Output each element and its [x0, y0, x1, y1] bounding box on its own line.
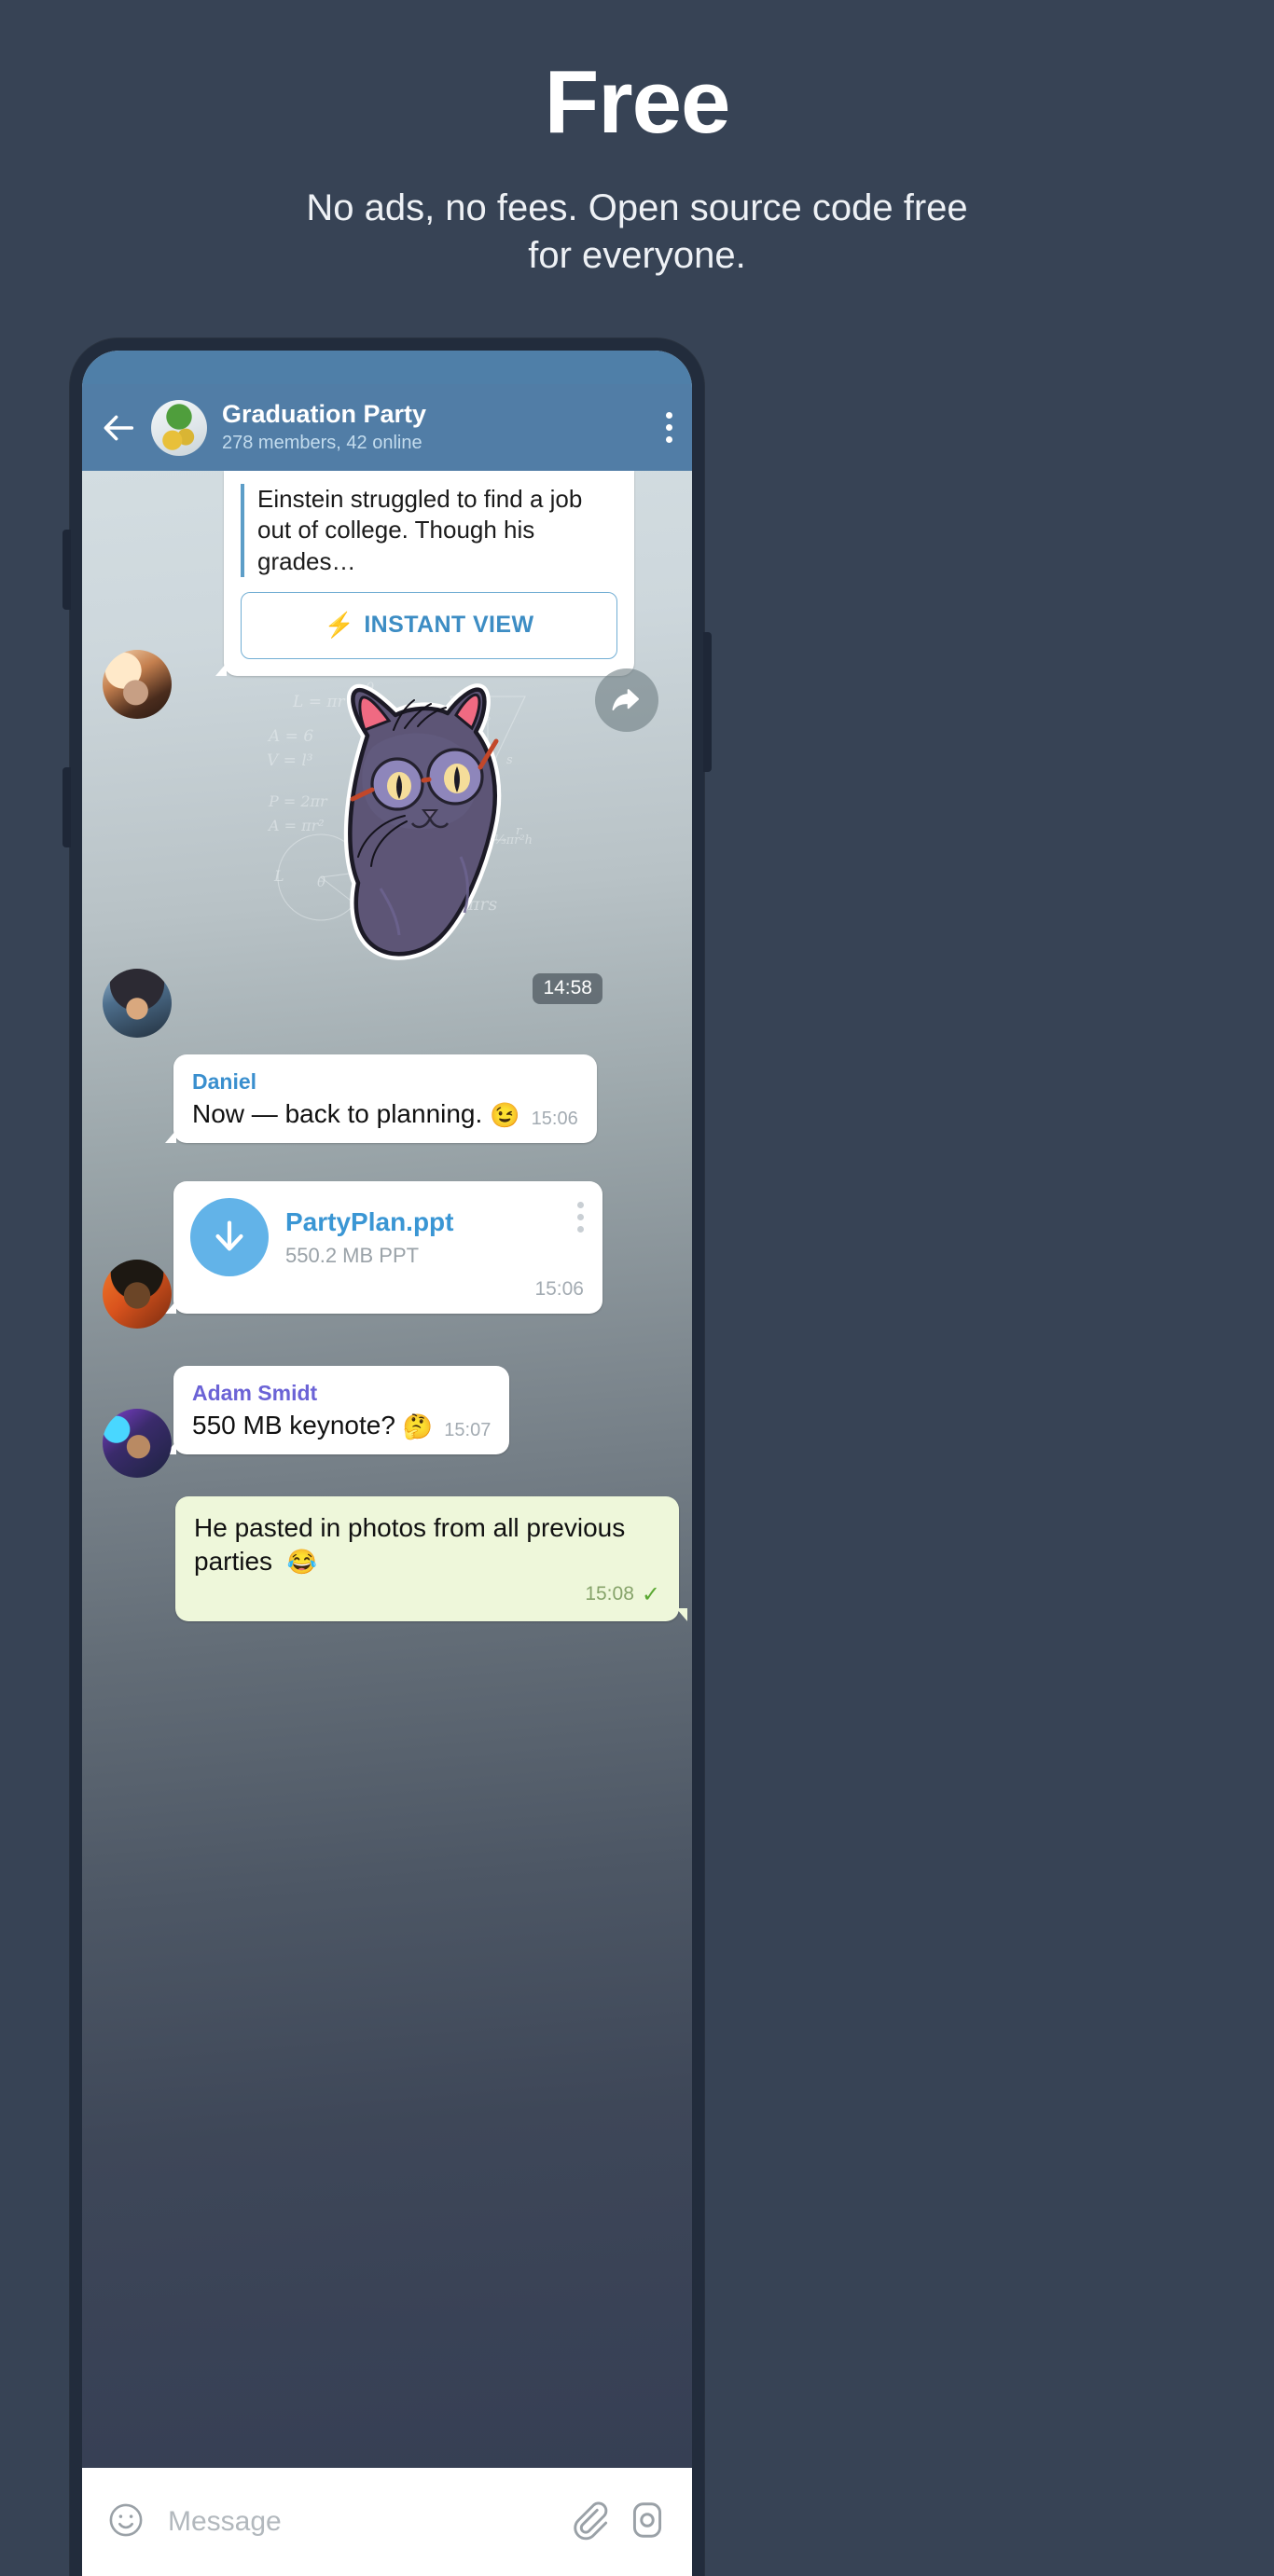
outgoing-bubble[interactable]: He pasted in photos from all previous pa…	[175, 1496, 687, 1621]
svg-text:A = 6: A = 6	[267, 727, 313, 746]
back-icon[interactable]	[101, 409, 138, 447]
search-input[interactable]: Message	[168, 2506, 552, 2538]
link-preview-text: Einstein struggled to find a job out of …	[257, 485, 583, 575]
file-name[interactable]: PartyPlan.ppt	[285, 1206, 577, 1238]
emoji-thinking: 🤔	[402, 1412, 434, 1440]
group-avatar[interactable]	[151, 399, 207, 456]
more-vertical-icon[interactable]	[577, 1198, 584, 1233]
phone-power-button	[703, 632, 712, 772]
link-preview-bubble[interactable]: Einstein struggled to find a job out of …	[215, 471, 634, 676]
chat-title: Graduation Party	[222, 400, 427, 429]
link-preview-quote: Einstein struggled to find a job out of …	[241, 484, 617, 577]
message-text: Now — back to planning.	[192, 1098, 483, 1128]
emoji-wink: 😉	[490, 1100, 520, 1129]
instant-view-label: INSTANT VIEW	[364, 612, 534, 639]
message-input-bar[interactable]: Message	[82, 2468, 692, 2576]
file-meta: 550.2 MB PPT	[285, 1243, 420, 1267]
message-timestamp: 15:08	[585, 1583, 634, 1605]
file-bubble[interactable]: PartyPlan.ppt 550.2 MB PPT 15:06	[165, 1181, 602, 1314]
svg-text:s: s	[506, 753, 513, 767]
math-cat-sticker[interactable]: L = πr θ θ 0° A = 6 V = l³ P = 2πr A = π…	[241, 674, 548, 982]
svg-text:V = l³: V = l³	[267, 751, 313, 770]
avatar[interactable]	[103, 1260, 172, 1329]
message-link-preview[interactable]: Einstein struggled to find a job out of …	[215, 471, 634, 676]
outgoing-text: He pasted in photos from all previous pa…	[194, 1513, 626, 1577]
promo-section: Free No ads, no fees. Open source code f…	[0, 0, 1274, 280]
more-vertical-icon[interactable]	[666, 412, 673, 443]
svg-text:A = πr²: A = πr²	[267, 817, 325, 834]
share-forward-icon[interactable]	[595, 668, 658, 732]
chat-members-status: 278 members, 42 online	[222, 432, 422, 453]
smiley-icon[interactable]	[106, 2500, 145, 2544]
chat-header-text: Graduation Party 278 members, 42 online	[222, 400, 657, 454]
sticker-timestamp: 14:58	[533, 973, 602, 1004]
message-sticker[interactable]: L = πr θ θ 0° A = 6 V = l³ P = 2πr A = π…	[241, 674, 602, 1004]
sender-name[interactable]: Daniel	[192, 1069, 578, 1095]
phone-volume-down-button	[62, 767, 71, 847]
instant-view-button[interactable]: ⚡ INSTANT VIEW	[241, 591, 617, 659]
phone-mockup: Graduation Party 278 members, 42 online …	[62, 338, 712, 2576]
phone-screen: Graduation Party 278 members, 42 online …	[82, 351, 692, 2576]
message-text-adam[interactable]: Adam Smidt 550 MB keynote? 🤔 15:07	[82, 1366, 692, 1454]
emoji-joy: 😂	[286, 1548, 318, 1577]
chat-header: Graduation Party 278 members, 42 online	[82, 384, 692, 471]
promo-subtitle: No ads, no fees. Open source code free f…	[306, 187, 968, 277]
svg-text:θ: θ	[317, 874, 325, 890]
message-timestamp: 15:06	[534, 1278, 584, 1300]
chat-message-list[interactable]: Einstein struggled to find a job out of …	[82, 471, 692, 2468]
promo-title: Free	[544, 52, 731, 152]
avatar[interactable]	[103, 969, 172, 1038]
message-timestamp: 15:07	[444, 1419, 492, 1440]
sender-name[interactable]: Adam Smidt	[192, 1381, 491, 1407]
avatar[interactable]	[103, 650, 172, 719]
message-file[interactable]: PartyPlan.ppt 550.2 MB PPT 15:06	[82, 1181, 692, 1314]
avatar[interactable]	[103, 1409, 172, 1478]
message-bubble[interactable]: Daniel Now — back to planning. 😉 15:06	[165, 1054, 597, 1143]
status-bar	[82, 351, 692, 384]
download-arrow-icon[interactable]	[190, 1198, 269, 1276]
message-bubble[interactable]: Adam Smidt 550 MB keynote? 🤔 15:07	[164, 1366, 510, 1454]
message-text: 550 MB keynote?	[192, 1410, 395, 1440]
message-text: He pasted in photos from all previous pa…	[194, 1511, 660, 1579]
lightning-bolt-icon: ⚡	[324, 611, 355, 640]
paperclip-icon[interactable]	[569, 2500, 610, 2545]
svg-text:L = πr: L = πr	[292, 693, 346, 711]
message-timestamp: 15:06	[531, 1108, 578, 1129]
message-outgoing[interactable]: He pasted in photos from all previous pa…	[82, 1496, 692, 1621]
camera-icon[interactable]	[627, 2500, 668, 2545]
svg-text:P = 2πr: P = 2πr	[268, 792, 328, 810]
phone-volume-up-button	[62, 530, 71, 610]
single-check-icon: ✓	[641, 1581, 660, 1607]
message-text-daniel[interactable]: Daniel Now — back to planning. 😉 15:06	[82, 1054, 692, 1143]
